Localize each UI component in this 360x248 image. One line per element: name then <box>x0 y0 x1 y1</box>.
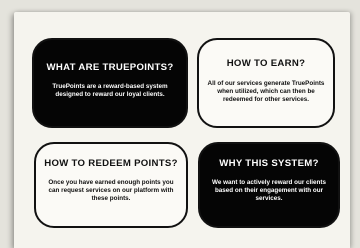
card-body: We want to actively reward our clients b… <box>212 178 326 203</box>
card-title: WHY THIS SYSTEM? <box>219 158 319 169</box>
truepoints-info-panel: WHAT ARE TRUEPOINTS? TruePoints are a re… <box>14 12 350 248</box>
why-this-system-card: WHY THIS SYSTEM? We want to actively rew… <box>198 142 340 228</box>
card-body: All of our services generate TruePoints … <box>207 79 325 104</box>
how-to-redeem-card: HOW TO REDEEM POINTS? Once you have earn… <box>34 142 188 228</box>
card-title: HOW TO REDEEM POINTS? <box>44 158 178 169</box>
card-title: WHAT ARE TRUEPOINTS? <box>46 62 174 73</box>
how-to-earn-card: HOW TO EARN? All of our services generat… <box>197 38 335 128</box>
card-title: HOW TO EARN? <box>226 58 306 69</box>
what-are-truepoints-card: WHAT ARE TRUEPOINTS? TruePoints are a re… <box>32 38 188 128</box>
card-body: Once you have earned enough points you c… <box>48 178 174 203</box>
card-body: TruePoints are a reward-based system des… <box>52 82 168 98</box>
